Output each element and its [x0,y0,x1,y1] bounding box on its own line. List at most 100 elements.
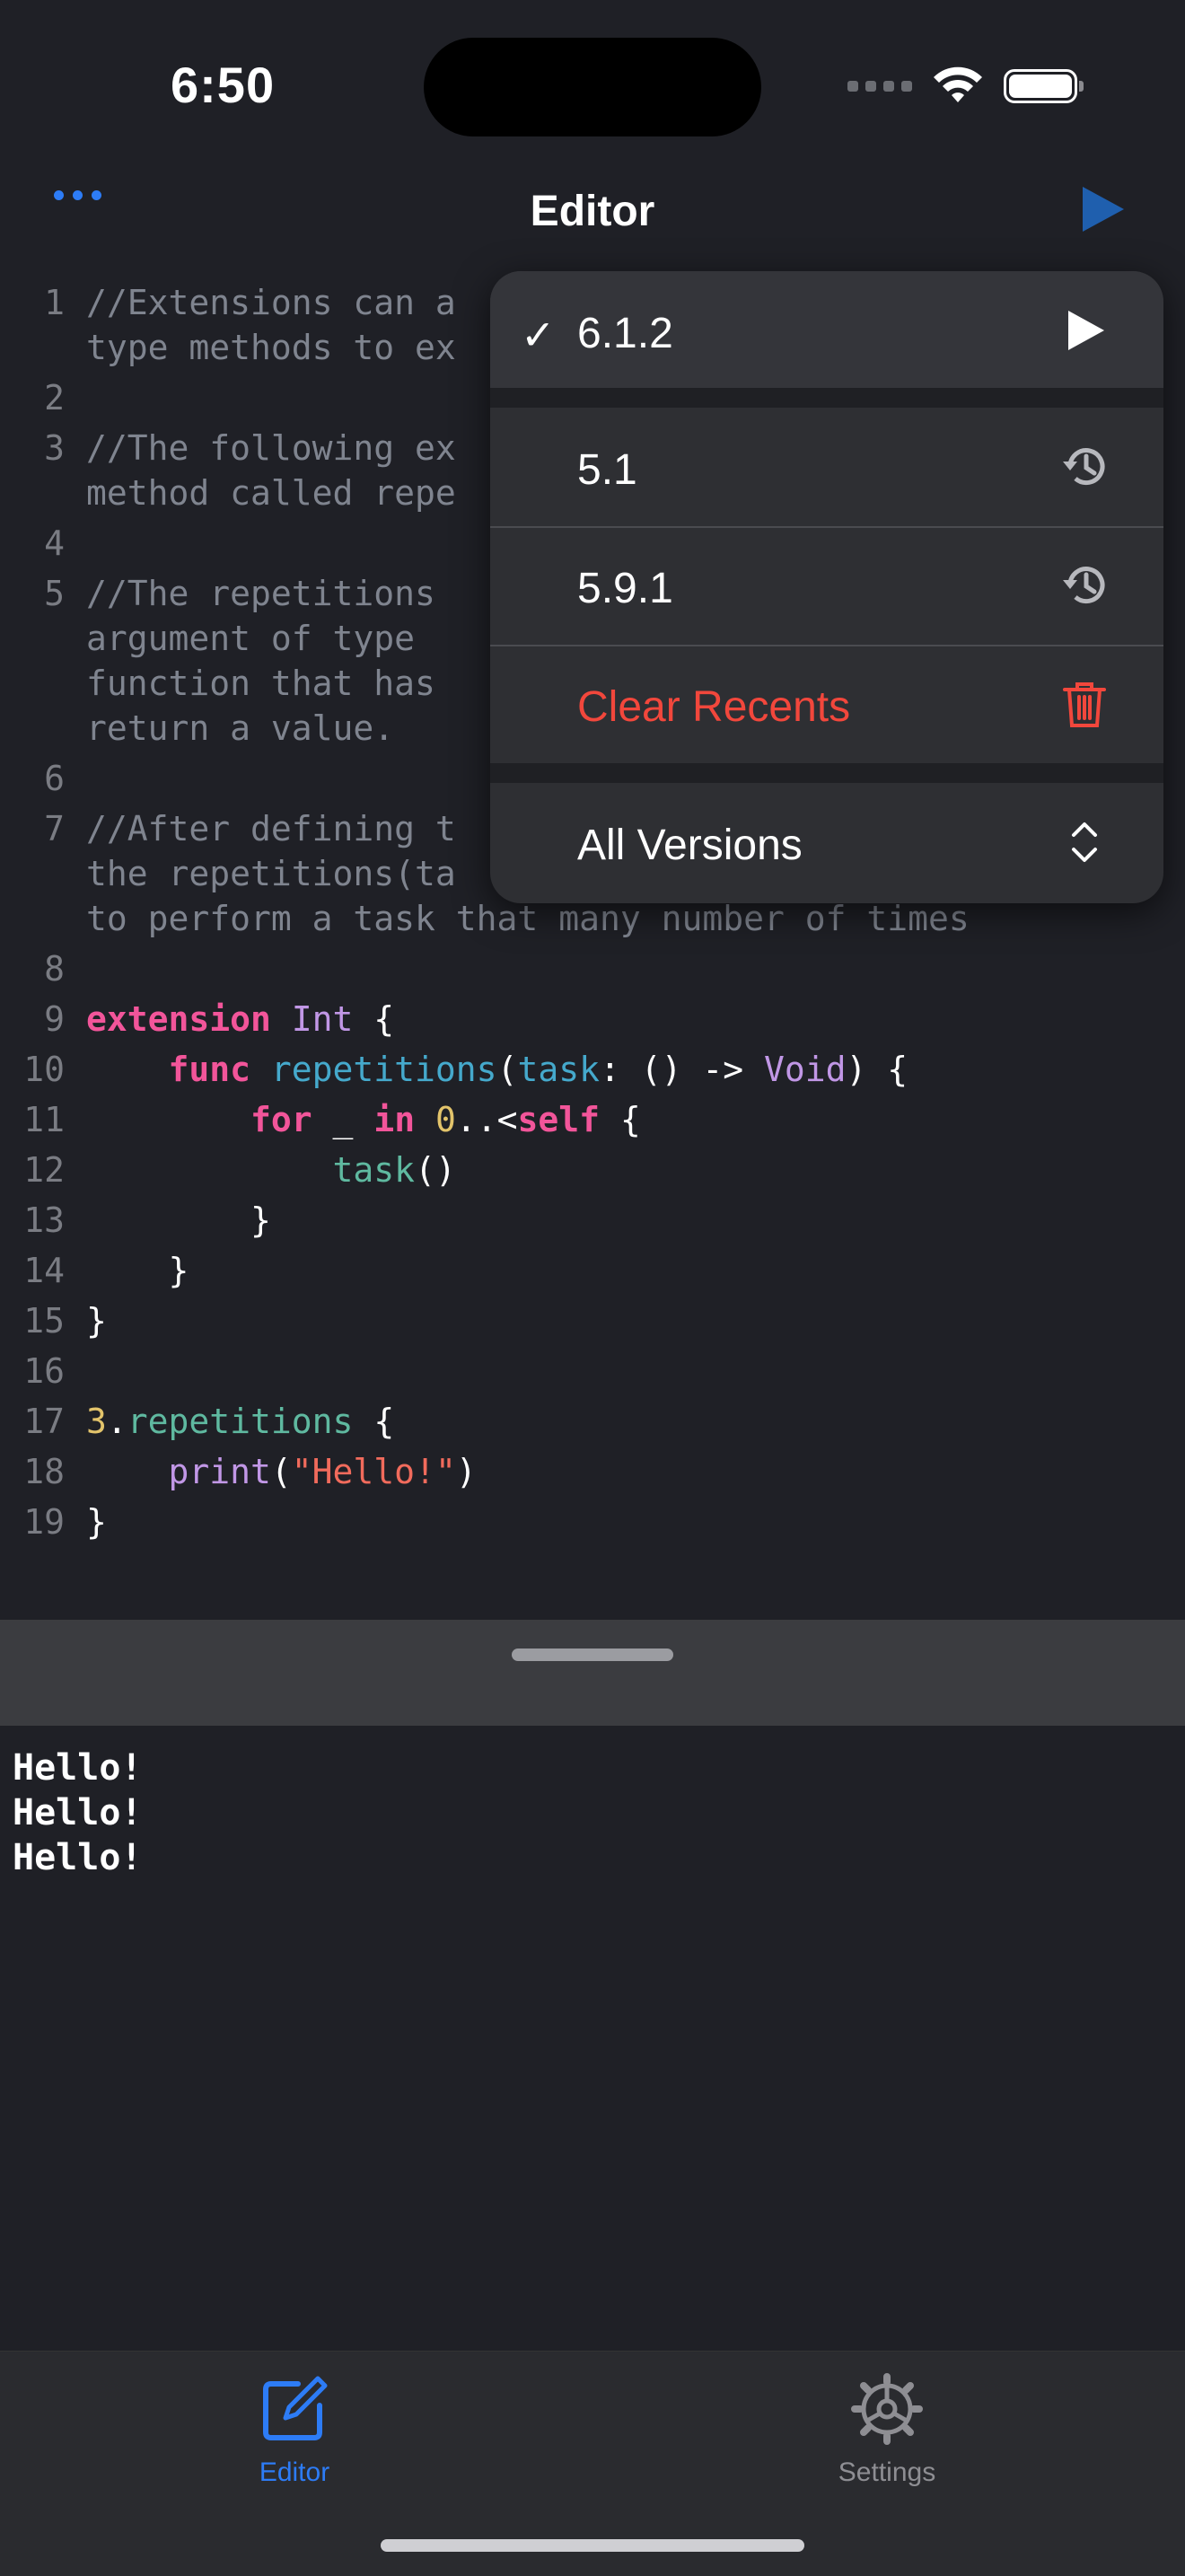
play-icon [1068,311,1104,350]
code-token: Int [291,999,354,1039]
code-text: extension Int { [65,997,1146,1047]
line-number: 15 [23,1301,65,1341]
code-text: } [65,1198,1146,1248]
code-token: { [353,999,395,1039]
code-line: 11 for _ in 0..<self { [0,1097,1185,1147]
code-line: 12 task() [0,1147,1185,1198]
status-icons [847,66,1084,106]
code-line: 15} [0,1298,1185,1349]
page-title: Editor [530,188,655,235]
code-token: { [600,1100,641,1139]
code-line: 8 [0,946,1185,997]
code-token: //The repetitions [86,574,456,613]
compose-icon [263,2376,328,2440]
code-token: print [168,1452,271,1491]
code-token: extension [86,999,292,1039]
code-token: } [86,1301,107,1341]
code-token: () [415,1150,456,1190]
dynamic-island [424,38,761,136]
code-text: task() [65,1147,1146,1198]
line-number: 12 [23,1150,65,1190]
line-number: 9 [44,999,65,1039]
menu-item-label: Clear Recents [577,683,851,731]
line-number: 10 [23,1050,65,1089]
console-divider [0,1620,1185,1726]
tab-label: Editor [259,2457,330,2487]
code-line: to perform a task that many number of ti… [0,896,1185,946]
code-text: } [65,1298,1146,1349]
tab-editor[interactable]: Editor [160,2352,429,2488]
line-number: 3 [44,428,65,468]
code-token: ..< [455,1100,518,1139]
code-token: for [250,1100,312,1139]
line-number: 19 [23,1502,65,1542]
code-line: 13 } [0,1198,1185,1248]
run-button[interactable] [1079,183,1128,235]
line-number: 13 [23,1200,65,1240]
code-text: for _ in 0..<self { [65,1097,1146,1147]
menu-item-recent-version[interactable]: 5.9.1 [490,526,1163,643]
menu-item-label: 5.1 [577,446,637,494]
menu-section-gap [490,763,1163,783]
code-token: ) { [846,1050,908,1089]
code-text: print("Hello!") [65,1449,1146,1499]
code-token: //After defining t [86,809,456,848]
resize-handle[interactable] [512,1648,673,1661]
code-line: 19} [0,1499,1185,1550]
tab-label: Settings [838,2457,936,2487]
line-number [0,325,65,375]
console-line: Hello! [13,1747,143,1789]
code-line: 9 extension Int { [0,997,1185,1047]
code-text: func repetitions(task: () -> Void) { [65,1047,1146,1097]
code-token: repetitions [270,1050,497,1089]
code-token: 3 [86,1402,107,1441]
line-number: 5 [44,574,65,613]
trash-icon [1063,682,1106,727]
code-token: func [168,1050,271,1089]
code-token: in [373,1100,435,1139]
menu-item-selected-version[interactable]: ✓ 6.1.2 [490,271,1163,388]
code-token: repetitions [127,1402,354,1441]
line-number [0,470,65,521]
code-line: 17 3.repetitions { [0,1399,1185,1449]
version-menu: ✓ 6.1.2 5.1 5.9.1 Clear Recents All Vers… [490,271,1163,903]
history-icon [1063,567,1105,604]
menu-item-all-versions[interactable]: All Versions [490,783,1163,900]
code-token: self [517,1100,600,1139]
status-time: 6:50 [171,57,276,113]
code-line: 14 } [0,1248,1185,1298]
line-number: 17 [23,1402,65,1441]
console-line: Hello! [13,1792,143,1833]
code-token: } [86,1502,107,1542]
code-line: 10 func repetitions(task: () -> Void) { [0,1047,1185,1097]
code-token: to perform a task that many number of ti… [86,899,970,938]
home-indicator [381,2539,804,2552]
code-text: } [65,1248,1146,1298]
code-token: ( [496,1050,518,1089]
line-number: 16 [23,1351,65,1391]
code-token: . [106,1402,127,1441]
line-number [0,896,65,946]
code-text: 3.repetitions { [65,1399,1146,1449]
wifi-icon [934,66,982,102]
code-token: task [517,1050,600,1089]
code-token: type methods to ex [86,328,456,367]
chevron-up-down-icon [1072,822,1097,862]
cellular-signal-icon [847,81,912,92]
code-token: Void [764,1050,847,1089]
tab-settings[interactable]: Settings [752,2352,1022,2488]
line-number [0,616,65,661]
code-text: to perform a task that many number of ti… [65,896,1146,946]
code-token: "Hello!" [291,1452,456,1491]
line-number: 6 [44,759,65,798]
code-line: 16 [0,1349,1185,1399]
menu-item-recent-version[interactable]: 5.1 [490,408,1163,524]
menu-item-clear-recents[interactable]: Clear Recents [490,645,1163,761]
line-number: 18 [23,1452,65,1491]
line-number: 1 [44,283,65,322]
console-line: Hello! [13,1837,143,1878]
